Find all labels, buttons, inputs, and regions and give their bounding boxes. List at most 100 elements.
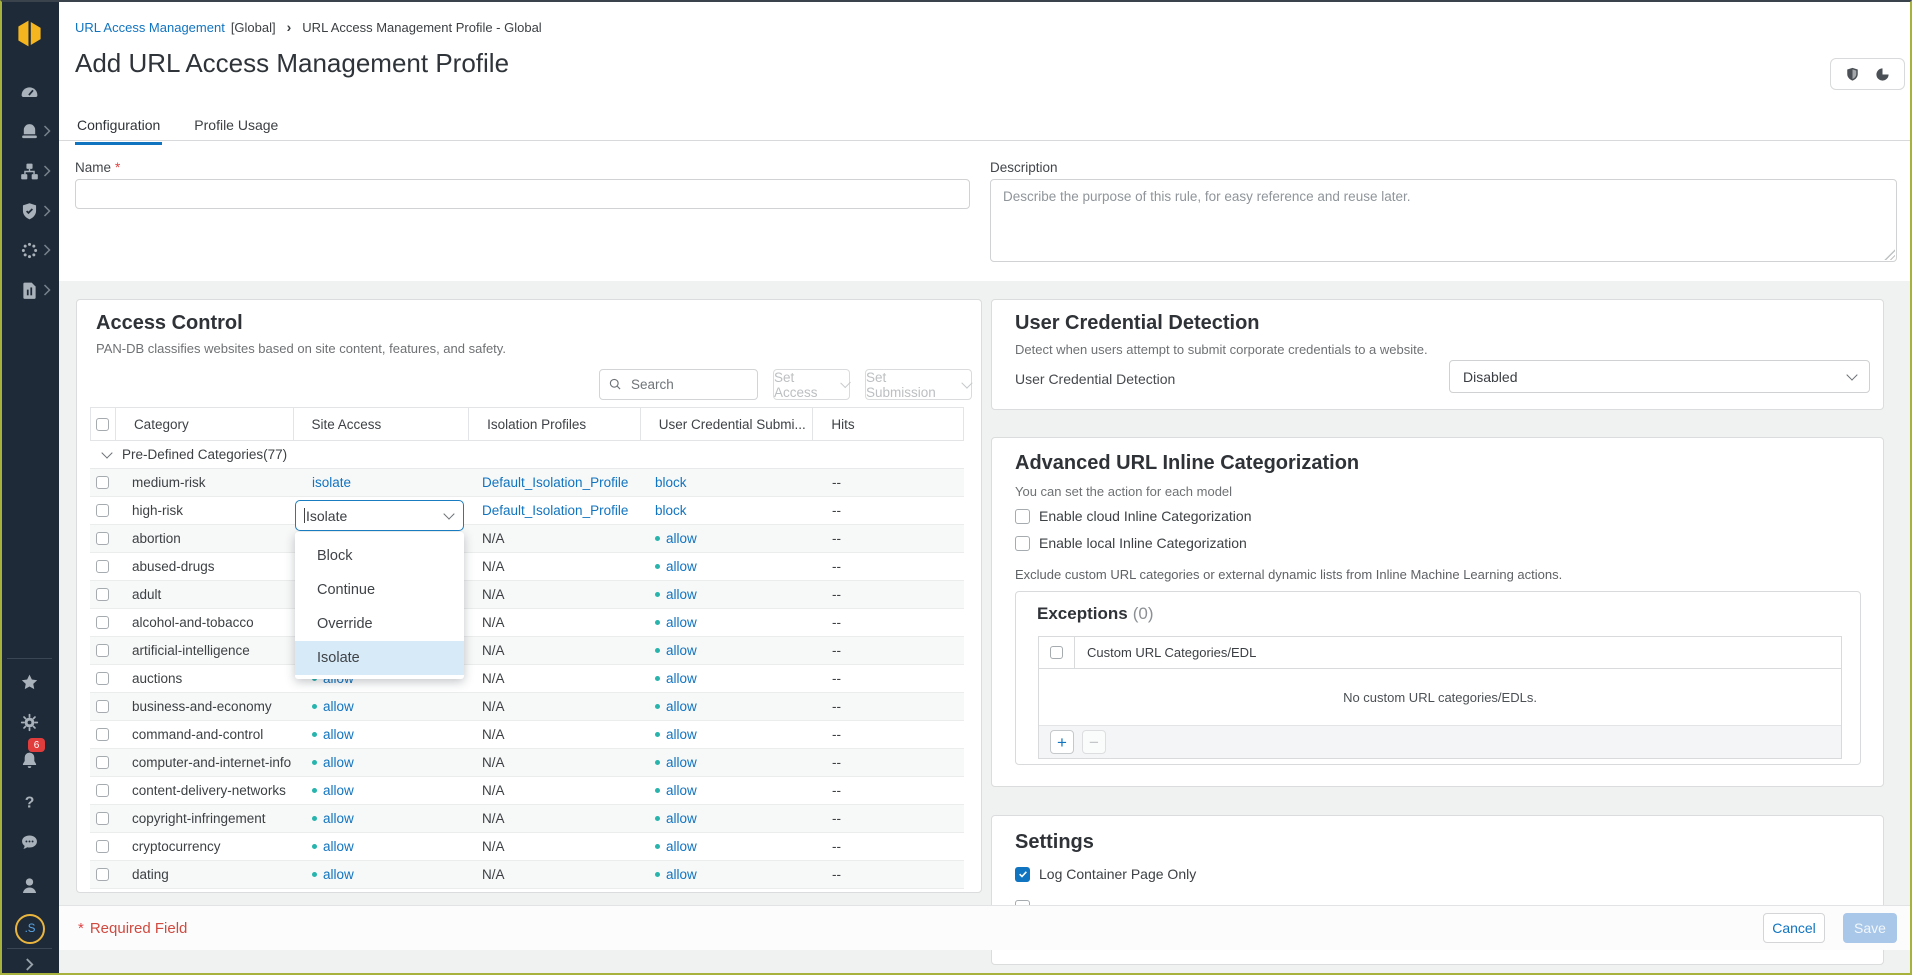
search-input[interactable] [629,376,749,393]
site-access-link[interactable]: allow [323,867,354,882]
user-credential-link[interactable]: allow [666,783,697,798]
user-credential-link[interactable]: allow [666,727,697,742]
user-credential-link[interactable]: allow [666,531,697,546]
category-row-cryptocurrency[interactable]: cryptocurrencyallowN/Aallow-- [90,833,964,861]
user-credential-link[interactable]: allow [666,671,697,686]
prisma-access-logo-icon[interactable] [14,18,45,49]
category-row-alcohol-and-tobacco[interactable]: alcohol-and-tobaccoallowN/Aallow-- [90,609,964,637]
category-row-medium-risk[interactable]: medium-riskisolateDefault_Isolation_Prof… [90,469,964,497]
sidebar-chevron-right-icon[interactable] [43,244,51,256]
row-checkbox[interactable] [96,812,109,825]
add-exception-button[interactable]: + [1050,730,1074,754]
category-row-high-risk[interactable]: high-riskDefault_Isolation_Profileblock-… [90,497,964,525]
sidebar-chevron-right-icon[interactable] [43,205,51,217]
category-row-abused-drugs[interactable]: abused-drugsallowN/Aallow-- [90,553,964,581]
site-access-combobox[interactable]: Isolate [295,500,464,531]
row-checkbox[interactable] [96,672,109,685]
category-row-copyright-infringement[interactable]: copyright-infringementallowN/Aallow-- [90,805,964,833]
menu-option-allow-clipped[interactable]: Allow [295,532,464,539]
user-credential-link[interactable]: allow [666,867,697,882]
menu-option-override[interactable]: Override [295,607,464,641]
sidebar-item-feedback[interactable] [0,824,59,860]
user-credential-link[interactable]: allow [666,615,697,630]
user-credential-link[interactable]: allow [666,839,697,854]
user-credential-link[interactable]: allow [666,811,697,826]
menu-option-block[interactable]: Block [295,539,464,573]
column-header-hits[interactable]: Hits [812,408,963,440]
category-row-content-delivery-networks[interactable]: content-delivery-networksallowN/Aallow-- [90,777,964,805]
row-checkbox[interactable] [96,756,109,769]
isolation-profile-link[interactable]: Default_Isolation_Profile [482,503,628,518]
set-access-button[interactable]: Set Access [773,369,850,400]
column-header-site-access[interactable]: Site Access [293,408,469,440]
sidebar-item-user[interactable] [0,867,59,903]
column-header-category[interactable]: Category [115,408,293,440]
collapse-chevron-icon[interactable] [101,447,112,458]
menu-option-isolate[interactable]: Isolate [295,641,464,675]
site-access-link[interactable]: allow [323,811,354,826]
column-header-user-credential-submi[interactable]: User Credential Submi... [640,408,813,440]
row-checkbox[interactable] [96,532,109,545]
user-credential-link[interactable]: allow [666,643,697,658]
sidebar-item-dashboard[interactable] [0,75,59,111]
row-checkbox[interactable] [96,728,109,741]
row-checkbox[interactable] [96,700,109,713]
best-practices-shield-icon[interactable] [1844,66,1861,83]
site-access-link[interactable]: allow [323,839,354,854]
tab-configuration[interactable]: Configuration [75,113,162,145]
cancel-button[interactable]: Cancel [1763,913,1825,943]
row-checkbox[interactable] [96,840,109,853]
user-credential-link[interactable]: allow [666,755,697,770]
sidebar-item-settings[interactable] [0,704,59,740]
sidebar-chevron-right-icon[interactable] [43,125,51,137]
remove-exception-button[interactable]: − [1082,730,1106,754]
category-row-abortion[interactable]: abortionallowN/Aallow-- [90,525,964,553]
row-checkbox[interactable] [96,644,109,657]
log-container-checkbox[interactable] [1015,867,1030,882]
row-checkbox[interactable] [96,616,109,629]
isolation-profile-link[interactable]: Default_Isolation_Profile [482,475,628,490]
sidebar-chevron-right-icon[interactable] [43,165,51,177]
user-credential-link[interactable]: allow [666,587,697,602]
row-checkbox[interactable] [96,504,109,517]
user-credential-link[interactable]: block [655,503,687,518]
menu-option-continue[interactable]: Continue [295,573,464,607]
enable-local-inline-checkbox[interactable] [1015,536,1030,551]
breadcrumb-link[interactable]: URL Access Management [75,20,225,35]
description-textarea[interactable] [990,179,1897,262]
select-all-checkbox[interactable] [96,418,109,431]
exceptions-select-all-checkbox[interactable] [1050,646,1063,659]
row-checkbox[interactable] [96,560,109,573]
sidebar-expand-chevron-icon[interactable] [0,946,59,975]
row-checkbox[interactable] [96,588,109,601]
ucd-select[interactable]: Disabled [1449,360,1870,393]
avatar[interactable]: .S [15,914,45,944]
sidebar-item-favorites[interactable] [0,664,59,700]
category-row-artificial-intelligence[interactable]: artificial-intelligenceallowN/Aallow-- [90,637,964,665]
site-access-link[interactable]: allow [323,783,354,798]
enable-cloud-inline-checkbox[interactable] [1015,509,1030,524]
category-row-auctions[interactable]: auctionsallowN/Aallow-- [90,665,964,693]
row-checkbox[interactable] [96,476,109,489]
user-credential-link[interactable]: allow [666,559,697,574]
row-checkbox[interactable] [96,868,109,881]
activity-clock-icon[interactable] [1874,66,1891,83]
category-row-adult[interactable]: adultallowN/Aallow-- [90,581,964,609]
save-button[interactable]: Save [1843,913,1897,943]
sidebar-chevron-right-icon[interactable] [43,284,51,296]
tab-profile-usage[interactable]: Profile Usage [192,113,280,145]
name-input[interactable] [75,179,970,209]
site-access-link[interactable]: allow [323,699,354,714]
column-header-isolation-profiles[interactable]: Isolation Profiles [468,408,640,440]
category-row-dating[interactable]: datingallowN/Aallow-- [90,861,964,889]
site-access-link[interactable]: allow [323,727,354,742]
category-row-business-and-economy[interactable]: business-and-economyallowN/Aallow-- [90,693,964,721]
category-row-command-and-control[interactable]: command-and-controlallowN/Aallow-- [90,721,964,749]
row-checkbox[interactable] [96,784,109,797]
sidebar-item-help[interactable]: ? [0,784,59,820]
chevron-down-icon[interactable] [443,508,454,519]
category-row-computer-and-internet-info[interactable]: computer-and-internet-infoallowN/Aallow-… [90,749,964,777]
set-submission-button[interactable]: Set Submission [865,369,972,400]
user-credential-link[interactable]: block [655,475,687,490]
group-row-predefined-categories[interactable]: Pre-Defined Categories(77) [90,441,964,469]
